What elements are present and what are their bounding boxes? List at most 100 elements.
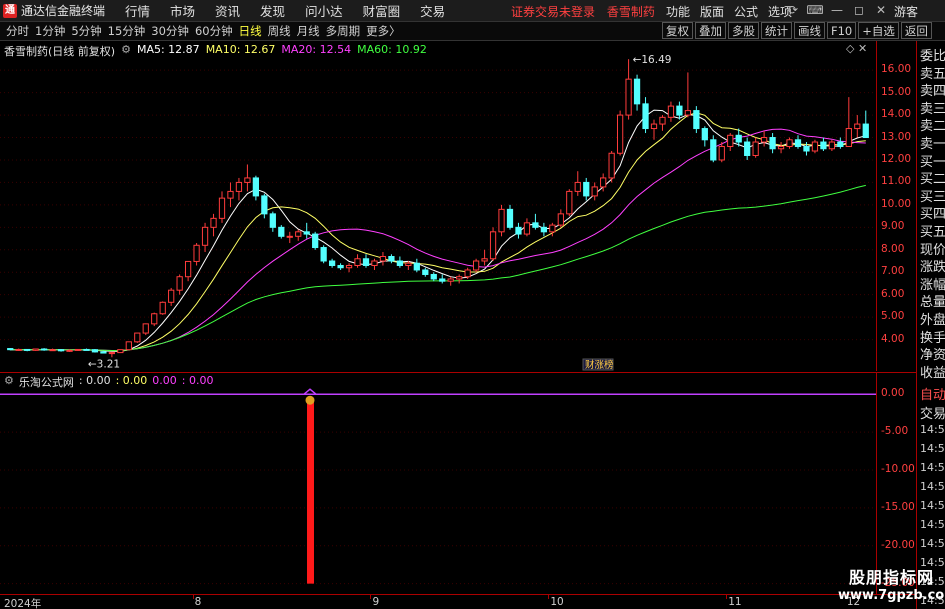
candle: [261, 193, 268, 219]
quote-label: 涨跌: [920, 260, 945, 276]
login-status[interactable]: 证券交易未登录: [511, 5, 595, 19]
candle: [481, 249, 488, 266]
indicator-settings-icon[interactable]: ⚙: [4, 374, 14, 390]
indicator-name[interactable]: 乐淘公式网: [19, 374, 74, 390]
back-button[interactable]: 返回: [900, 22, 932, 39]
candle-body: [811, 141, 819, 152]
money-bag-icon: [305, 395, 315, 405]
period-tab[interactable]: 15分钟: [108, 23, 146, 39]
period-tab[interactable]: 月线: [297, 23, 320, 39]
period-tab[interactable]: 日线: [239, 23, 262, 39]
period-tab[interactable]: 多周期: [326, 23, 361, 39]
period-tab[interactable]: 5分钟: [71, 23, 101, 39]
draw-line-button[interactable]: 画线: [794, 22, 825, 39]
candle-body: [862, 123, 869, 139]
candle-body: [379, 256, 387, 262]
candle: [837, 137, 844, 149]
period-tab[interactable]: 30分钟: [151, 23, 189, 39]
indicator-panel[interactable]: [0, 372, 876, 594]
candle-body: [786, 139, 793, 148]
candle: [566, 189, 573, 217]
menu-faxian[interactable]: 发现: [260, 1, 285, 20]
price-axis: 16.00 15.00 14.00 13.00 12.00 11.00 10.00 9.00 8…: [876, 41, 916, 371]
watermark: 股朋指标网 www.7gpzb.com: [838, 564, 945, 609]
overlay-button[interactable]: 叠加: [695, 22, 726, 39]
time-tick-mark: [726, 595, 728, 599]
candle: [650, 119, 658, 140]
indicator-tick: -10.00: [881, 462, 915, 475]
restore-icon[interactable]: ◻: [848, 3, 870, 17]
f10-button[interactable]: F10: [827, 22, 857, 39]
menu-shichang[interactable]: 市场: [170, 1, 195, 20]
candle: [760, 130, 768, 147]
quote-tab[interactable]: 自动: [920, 384, 945, 403]
menu-zixun[interactable]: 资讯: [215, 1, 240, 20]
candle-body: [430, 273, 437, 280]
candle-body: [159, 301, 166, 315]
menu-wenxiaoda[interactable]: 问小达: [305, 1, 343, 20]
guest-user[interactable]: 游客: [894, 3, 918, 20]
statistics-button[interactable]: 统计: [761, 22, 792, 39]
candlestick-chart[interactable]: ←16.49 ←3.21 财涨榜: [0, 41, 876, 371]
candle-body: [608, 152, 615, 179]
quote-label: 收益: [920, 365, 945, 381]
period-tab[interactable]: 分时: [6, 23, 29, 39]
diamond-icon[interactable]: ◇: [846, 42, 854, 55]
candle-body: [574, 181, 581, 192]
candle: [269, 211, 276, 232]
menu-gongneng[interactable]: 功能: [666, 3, 690, 20]
time-tick: 11: [728, 596, 742, 608]
minimize-icon[interactable]: —: [826, 3, 848, 17]
indicator-v2: : 0.00: [115, 374, 148, 387]
menu-hangqing[interactable]: 行情: [125, 1, 150, 20]
candle-body: [803, 146, 810, 152]
price-tick: 13.00: [881, 130, 912, 143]
candle-body: [125, 341, 132, 351]
candle-body: [650, 123, 658, 130]
fuquan-button[interactable]: 复权: [662, 22, 693, 39]
period-tab[interactable]: 周线: [268, 23, 291, 39]
candle: [354, 254, 361, 268]
refresh-icon[interactable]: ⟳: [782, 3, 804, 17]
candle: [405, 261, 412, 270]
menu-jiaoyi[interactable]: 交易: [420, 1, 445, 20]
main-menu: 行情 市场 资讯 发现 问小达 财富圈 交易: [125, 1, 465, 20]
add-favorite-button[interactable]: +自选: [858, 22, 899, 39]
close-panel-icon[interactable]: ✕: [858, 42, 867, 55]
time-tick: 2024年: [4, 598, 42, 609]
quote-tab[interactable]: 交易: [920, 403, 945, 422]
candle-body: [235, 181, 243, 192]
candle-body: [583, 181, 590, 197]
candle-body: [616, 114, 624, 154]
ma-settings-icon[interactable]: ⚙: [121, 43, 131, 59]
ma5-value: MA5: 12.87: [136, 43, 200, 56]
candle: [820, 137, 827, 151]
candle-body: [854, 123, 861, 130]
keyboard-icon[interactable]: ⌨: [804, 3, 826, 17]
candle-body: [794, 139, 802, 148]
period-tab[interactable]: 更多〉: [366, 23, 401, 39]
menu-gongshi[interactable]: 公式: [734, 3, 758, 20]
period-tab[interactable]: 1分钟: [35, 23, 65, 39]
time-tick: 10: [550, 596, 564, 608]
candle-body: [820, 141, 827, 150]
candle-body: [777, 146, 785, 150]
candle-body: [83, 348, 90, 351]
tick-time: 14:56: [920, 499, 945, 512]
candle-body: [286, 235, 293, 238]
menu-caifuquan[interactable]: 财富圈: [363, 1, 401, 20]
candle: [218, 191, 226, 223]
candle: [727, 133, 734, 151]
multi-stock-button[interactable]: 多股: [728, 22, 759, 39]
tick-time: 14:56: [920, 461, 945, 474]
menu-banmian[interactable]: 版面: [700, 3, 724, 20]
candle-body: [727, 134, 734, 148]
price-tick: 12.00: [881, 152, 912, 165]
candle: [540, 222, 548, 237]
price-tick: 7.00: [881, 265, 905, 278]
close-icon[interactable]: ✕: [870, 3, 892, 17]
tick-time: 14:56: [920, 442, 945, 455]
indicator-v1: : 0.00: [78, 374, 111, 387]
candle-body: [506, 208, 514, 228]
period-tab[interactable]: 60分钟: [195, 23, 233, 39]
